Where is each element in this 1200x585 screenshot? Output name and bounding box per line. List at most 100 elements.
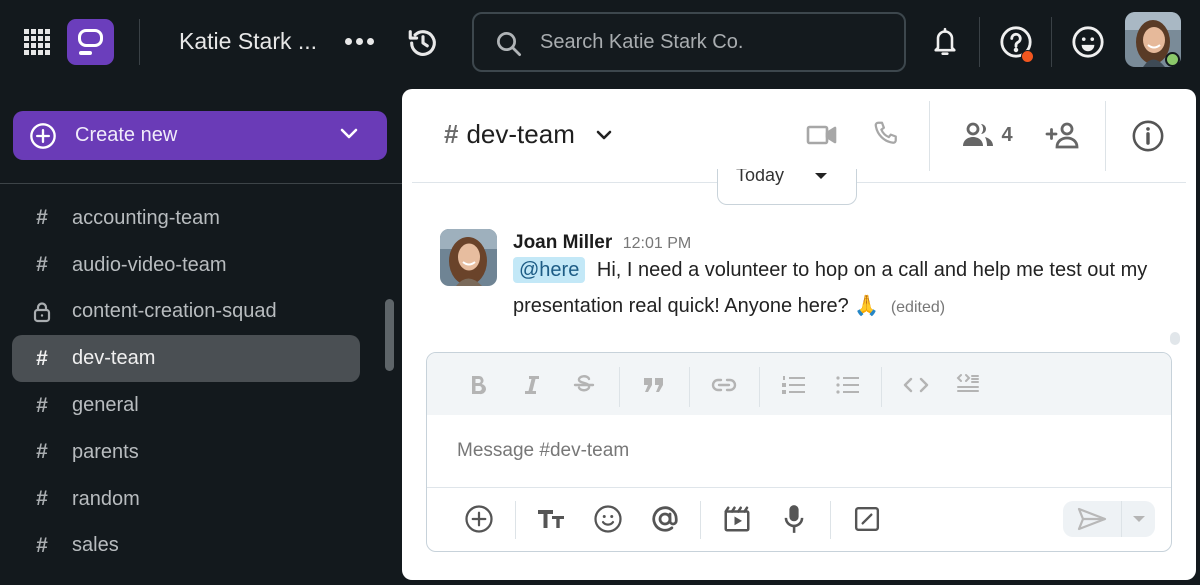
- sidebar-item-content-creation-squad[interactable]: content-creation-squad: [12, 289, 360, 336]
- hash-icon: #: [36, 206, 48, 230]
- channel-title-button[interactable]: # dev-team: [444, 119, 613, 150]
- attach-plus-icon[interactable]: [463, 503, 495, 535]
- author-avatar[interactable]: [440, 229, 497, 286]
- channel-name: random: [72, 487, 140, 510]
- add-member-icon[interactable]: [1044, 119, 1082, 151]
- message-body: Joan Miller 12:01 PM @here Hi, I need a …: [513, 232, 1173, 326]
- plus-circle-icon: [30, 122, 56, 149]
- send-icon[interactable]: [1063, 501, 1121, 537]
- video-clip-icon[interactable]: [721, 503, 753, 535]
- sidebar-item-audio-video-team[interactable]: # audio-video-team: [12, 242, 360, 289]
- date-divider-button[interactable]: Today: [717, 169, 857, 205]
- create-new-button[interactable]: Create new: [13, 111, 387, 160]
- message-author[interactable]: Joan Miller: [513, 232, 612, 253]
- channel-name: general: [72, 394, 139, 417]
- here-mention[interactable]: @here: [513, 257, 586, 283]
- sidebar-scrollbar[interactable]: [385, 299, 394, 371]
- send-button-group: [1063, 501, 1155, 537]
- date-divider-label: Today: [736, 169, 785, 185]
- hash-icon: #: [36, 346, 48, 370]
- workspace-name[interactable]: Katie Stark ...: [179, 28, 317, 55]
- member-count: 4: [1001, 123, 1013, 146]
- divider: [979, 17, 980, 67]
- emoji-status-icon[interactable]: [1070, 24, 1106, 60]
- channel-name: accounting-team: [72, 206, 220, 229]
- divider: [830, 501, 831, 539]
- video-call-icon[interactable]: [804, 119, 840, 151]
- bold-icon[interactable]: [463, 370, 493, 400]
- composer-divider: [427, 487, 1171, 488]
- top-bar: Katie Stark ...: [0, 0, 1200, 86]
- italic-icon[interactable]: [517, 370, 547, 400]
- code-block-icon[interactable]: [953, 370, 983, 400]
- channel-name: content-creation-squad: [72, 300, 277, 323]
- sidebar-item-parents[interactable]: # parents: [12, 429, 360, 476]
- channel-name: dev-team: [72, 347, 156, 370]
- presence-online-indicator: [1165, 52, 1180, 67]
- hash-icon: #: [36, 487, 48, 511]
- link-icon[interactable]: [709, 370, 739, 400]
- apps-grid-icon[interactable]: [24, 29, 50, 55]
- divider: [700, 501, 701, 539]
- chevron-down-icon: [596, 130, 612, 139]
- channel-name: audio-video-team: [72, 253, 227, 276]
- sidebar-item-general[interactable]: # general: [12, 382, 360, 429]
- channel-panel: # dev-team 4 Today Joan Miller 12:01 PM …: [402, 89, 1196, 580]
- microphone-icon[interactable]: [778, 503, 810, 535]
- help-notification-badge: [1021, 50, 1034, 63]
- hash-icon: #: [36, 393, 48, 417]
- strikethrough-icon[interactable]: [569, 370, 599, 400]
- hash-icon: #: [36, 440, 48, 464]
- divider: [759, 367, 760, 407]
- emoji-icon[interactable]: [592, 503, 624, 535]
- message-timestamp[interactable]: 12:01 PM: [623, 235, 691, 252]
- code-icon[interactable]: [901, 370, 931, 400]
- numbered-list-icon[interactable]: [779, 370, 809, 400]
- members-button[interactable]: 4: [958, 119, 1016, 151]
- hash-icon: #: [36, 533, 48, 557]
- text-format-icon[interactable]: [535, 503, 567, 535]
- channel-name-title: dev-team: [466, 119, 575, 149]
- bell-icon[interactable]: [928, 24, 962, 60]
- caret-down-icon: [815, 173, 827, 179]
- lock-icon: [12, 301, 72, 323]
- history-icon[interactable]: [404, 24, 442, 62]
- sidebar-item-dev-team[interactable]: # dev-team: [12, 335, 360, 383]
- divider: [929, 101, 930, 171]
- send-options-button[interactable]: [1122, 501, 1155, 537]
- hash-icon: #: [444, 119, 459, 149]
- search-input[interactable]: [540, 28, 880, 56]
- divider: [619, 367, 620, 407]
- divider: [881, 367, 882, 407]
- message-composer: [426, 352, 1172, 552]
- divider: [139, 19, 140, 65]
- messages-scrollbar[interactable]: [1170, 332, 1180, 345]
- divider: [689, 367, 690, 407]
- sidebar-item-accounting-team[interactable]: # accounting-team: [12, 195, 360, 242]
- search-icon: [497, 32, 521, 56]
- edited-label: (edited): [890, 299, 946, 316]
- mention-icon[interactable]: [649, 503, 681, 535]
- channel-list: # accounting-team # audio-video-team con…: [12, 195, 360, 569]
- quote-icon[interactable]: [639, 370, 669, 400]
- bulleted-list-icon[interactable]: [833, 370, 863, 400]
- folded-hands-emoji: 🙏: [854, 295, 880, 317]
- more-icon[interactable]: [345, 38, 374, 45]
- chevron-down-icon: [340, 128, 358, 139]
- divider: [1051, 17, 1052, 67]
- message-content: Hi, I need a volunteer to hop on a call …: [513, 259, 1148, 317]
- channel-name: sales: [72, 534, 119, 557]
- hash-icon: #: [36, 253, 48, 277]
- phone-call-icon[interactable]: [870, 117, 904, 151]
- sidebar-item-random[interactable]: # random: [12, 476, 360, 523]
- message-text: @here Hi, I need a volunteer to hop on a…: [513, 252, 1173, 326]
- divider: [515, 501, 516, 539]
- info-icon[interactable]: [1129, 117, 1167, 155]
- channel-name: parents: [72, 440, 139, 463]
- app-logo[interactable]: [67, 19, 114, 65]
- slash-command-icon[interactable]: [851, 503, 883, 535]
- caret-down-icon: [1132, 516, 1145, 522]
- search-bar[interactable]: [472, 12, 906, 72]
- sidebar-item-sales[interactable]: # sales: [12, 523, 360, 570]
- message-input[interactable]: [457, 437, 1137, 465]
